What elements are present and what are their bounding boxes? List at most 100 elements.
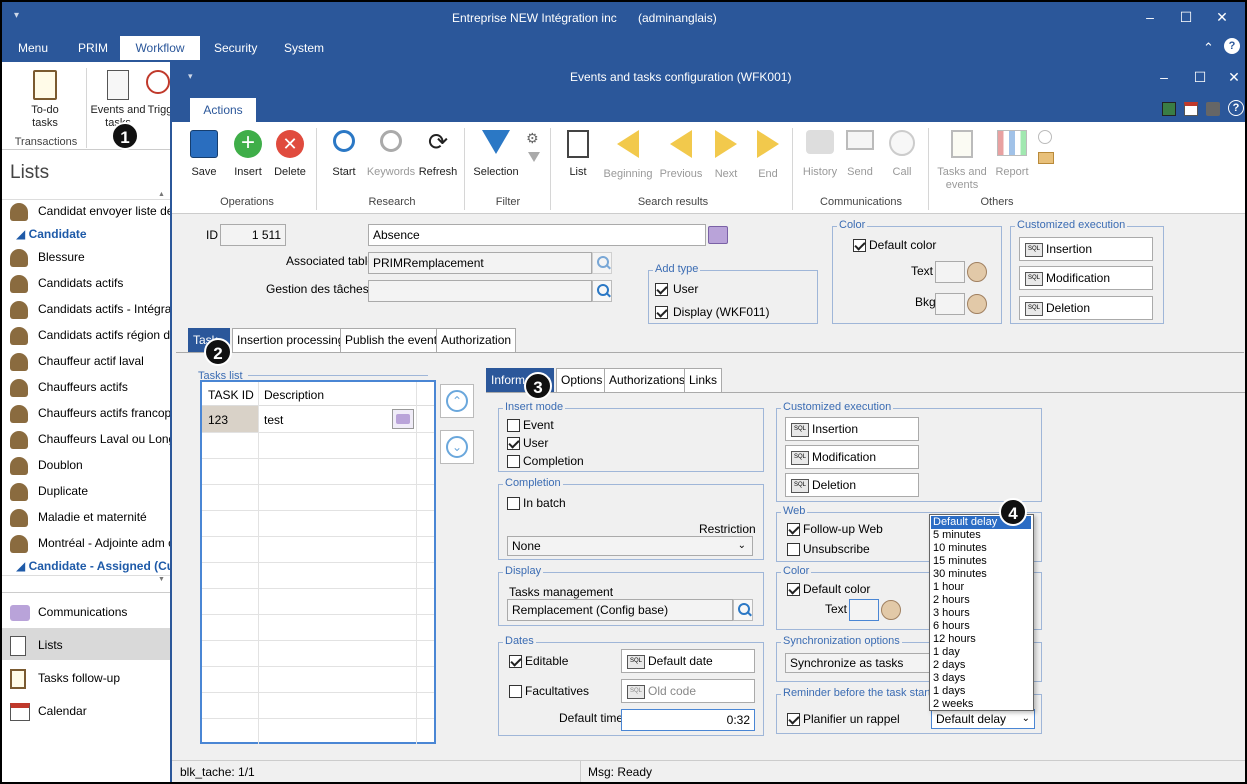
associated-table-search-icon[interactable] <box>592 252 612 274</box>
default-time-field[interactable]: 0:32 <box>621 709 755 731</box>
comment-icon[interactable] <box>708 226 728 244</box>
dropdown-option[interactable]: 2 weeks <box>931 698 1031 711</box>
color-text-palette-icon[interactable] <box>967 262 987 282</box>
call-button[interactable]: Call <box>884 130 920 179</box>
nav-lists[interactable]: Lists <box>10 630 63 660</box>
refresh-button[interactable]: ⟳ Refresh <box>416 130 460 179</box>
task-desc-cell[interactable]: test <box>264 413 283 427</box>
maximize-icon[interactable]: ☐ <box>1168 2 1204 32</box>
list-item[interactable]: Blessure <box>10 244 85 270</box>
dropdown-option[interactable]: 5 minutes <box>931 529 1031 542</box>
color-bkg-swatch[interactable] <box>935 293 965 315</box>
planifier-rappel-checkbox[interactable] <box>787 713 800 726</box>
clock-icon[interactable] <box>1038 130 1052 144</box>
list-item[interactable]: Maladie et maternité <box>10 504 147 530</box>
facultatives-checkbox[interactable] <box>509 685 522 698</box>
dropdown-option[interactable]: 1 day <box>931 646 1031 659</box>
list-item[interactable]: Candidats actifs <box>10 270 123 296</box>
associated-table-field[interactable]: PRIMRemplacement <box>368 252 592 274</box>
tab-options[interactable]: Options <box>556 368 608 392</box>
old-code-sql-button[interactable]: Old code <box>621 679 755 703</box>
restriction-select[interactable]: None ⌄ <box>507 536 753 556</box>
dropdown-option[interactable]: 3 days <box>931 672 1031 685</box>
print-icon[interactable] <box>1206 102 1220 116</box>
minimize-icon[interactable]: – <box>1132 2 1168 32</box>
calendar-small-icon[interactable] <box>1184 102 1198 116</box>
app-menu-icon[interactable]: ▾ <box>14 10 19 21</box>
sync-select[interactable]: Synchronize as tasks <box>785 653 935 673</box>
calculator-icon[interactable] <box>1162 102 1176 116</box>
send-button[interactable]: Send <box>842 130 878 179</box>
dialog-minimize-icon[interactable]: – <box>1146 62 1182 92</box>
color-2-text-swatch[interactable] <box>849 599 879 621</box>
sidebar-scroll-down[interactable]: ▼ <box>2 575 172 585</box>
save-button[interactable]: Save <box>186 130 222 179</box>
modification-sql-button-2[interactable]: Modification <box>785 445 919 469</box>
list-item[interactable]: Chauffeurs actifs francopl <box>10 400 174 426</box>
default-color-2-checkbox[interactable] <box>787 583 800 596</box>
task-comment-icon[interactable] <box>392 409 414 429</box>
followup-web-checkbox[interactable] <box>787 523 800 536</box>
tab-insertion-processing[interactable]: Insertion processing <box>232 328 350 352</box>
sidebar-group-candidate[interactable]: ◢ Candidate <box>16 227 87 241</box>
dialog-close-icon[interactable]: ✕ <box>1216 62 1245 92</box>
list-item[interactable]: Chauffeurs Laval ou Long <box>10 426 175 452</box>
tasks-events-button[interactable]: Tasks and events <box>934 130 990 192</box>
help-icon[interactable]: ? <box>1224 38 1240 54</box>
list-item[interactable]: Montréal - Adjointe adm c <box>10 530 174 556</box>
dropdown-option[interactable]: 12 hours <box>931 633 1031 646</box>
history-button[interactable]: History <box>800 130 840 179</box>
unsubscribe-checkbox[interactable] <box>787 543 800 556</box>
dropdown-option[interactable]: 1 hour <box>931 581 1031 594</box>
insert-completion-checkbox[interactable] <box>507 455 520 468</box>
gestion-taches-field[interactable] <box>368 280 592 302</box>
nav-communications[interactable]: Communications <box>10 597 127 627</box>
menu-tab-system[interactable]: System <box>272 36 336 60</box>
tab-actions[interactable]: Actions <box>190 98 256 122</box>
id-field[interactable]: 1 511 <box>220 224 286 246</box>
report-button[interactable]: Report <box>990 130 1034 179</box>
list-button[interactable]: List <box>558 130 598 179</box>
modification-sql-button[interactable]: Modification <box>1019 266 1153 290</box>
add-type-display-checkbox[interactable] <box>655 306 668 319</box>
dropdown-option[interactable]: 10 minutes <box>931 542 1031 555</box>
nav-tasks-followup[interactable]: Tasks follow-up <box>10 663 120 693</box>
list-item[interactable]: Doublon <box>10 452 83 478</box>
events-tasks-button[interactable]: Events and tasks <box>90 70 146 130</box>
default-color-checkbox[interactable] <box>853 239 866 252</box>
add-type-user-checkbox[interactable] <box>655 283 668 296</box>
gestion-taches-search-icon[interactable] <box>592 280 612 302</box>
dropdown-option[interactable]: 30 minutes <box>931 568 1031 581</box>
list-item[interactable]: Candidats actifs région de <box>10 322 177 348</box>
dropdown-option[interactable]: 2 hours <box>931 594 1031 607</box>
tab-authorization[interactable]: Authorization <box>436 328 517 352</box>
dialog-help-icon[interactable]: ? <box>1228 100 1244 116</box>
insert-event-checkbox[interactable] <box>507 419 520 432</box>
deletion-sql-button-2[interactable]: Deletion <box>785 473 919 497</box>
event-name-field[interactable]: Absence <box>368 224 706 246</box>
beginning-button[interactable]: Beginning <box>600 130 656 181</box>
reminder-delay-select[interactable]: Default delay ⌄ <box>931 709 1035 729</box>
dialog-maximize-icon[interactable]: ☐ <box>1182 62 1218 92</box>
tab-authorizations[interactable]: Authorizations <box>604 368 691 392</box>
collapse-icon[interactable]: ⌃ <box>1203 40 1214 56</box>
move-up-button[interactable]: ⌃ <box>440 384 474 418</box>
dropdown-option[interactable]: 1 days <box>931 685 1031 698</box>
list-item[interactable]: Candidats actifs - Intégrat <box>10 296 175 322</box>
color-text-swatch[interactable] <box>935 261 965 283</box>
deletion-sql-button[interactable]: Deletion <box>1019 296 1153 320</box>
dropdown-option[interactable]: 2 days <box>931 659 1031 672</box>
insert-button[interactable]: + Insert <box>228 130 268 179</box>
tasks-management-search-icon[interactable] <box>733 599 753 621</box>
in-batch-checkbox[interactable] <box>507 497 520 510</box>
color-2-palette-icon[interactable] <box>881 600 901 620</box>
color-bkg-palette-icon[interactable] <box>967 294 987 314</box>
end-button[interactable]: End <box>748 130 788 181</box>
tab-links[interactable]: Links <box>684 368 723 392</box>
tasks-management-field[interactable]: Remplacement (Config base) <box>507 599 733 621</box>
dropdown-option[interactable]: 3 hours <box>931 607 1031 620</box>
box-icon[interactable] <box>1038 152 1054 164</box>
task-id-cell[interactable]: 123 <box>208 413 228 427</box>
previous-button[interactable]: Previous <box>656 130 706 181</box>
selection-button[interactable]: Selection <box>470 130 522 179</box>
